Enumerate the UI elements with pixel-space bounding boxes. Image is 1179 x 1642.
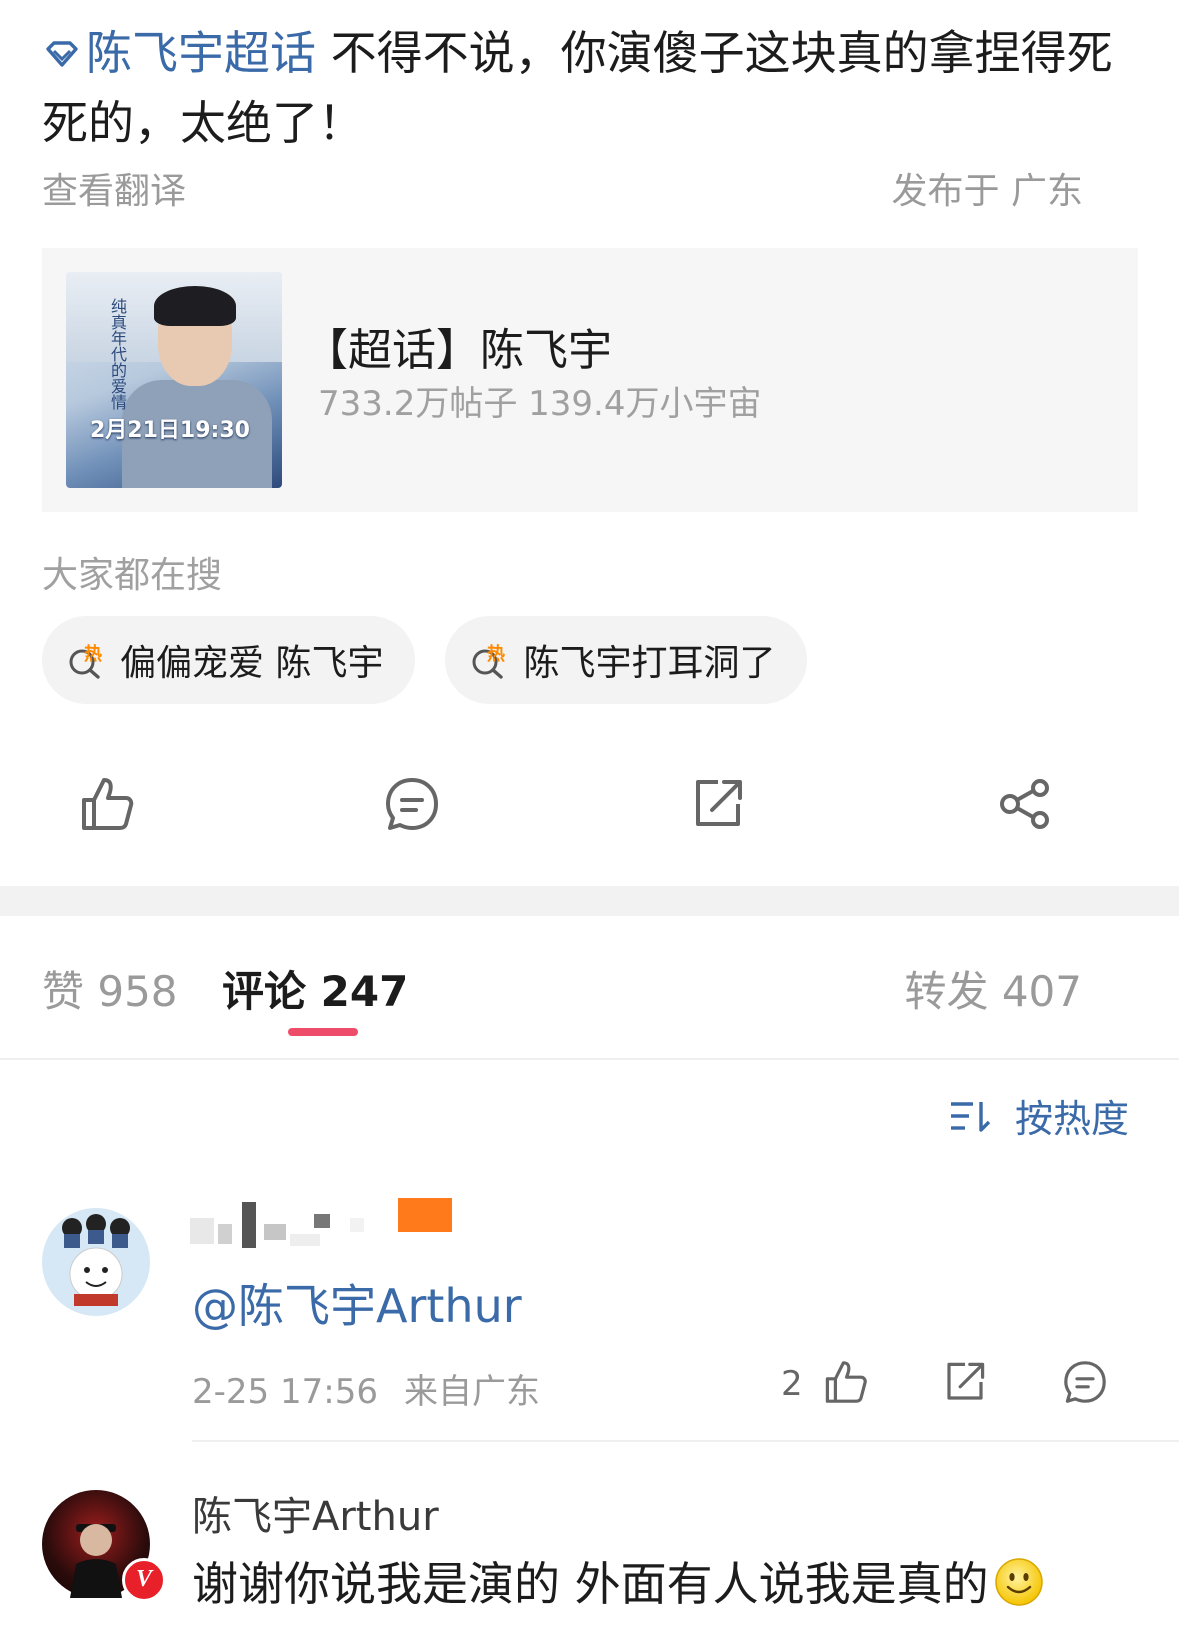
sort-control[interactable]: 按热度: [949, 1088, 1129, 1143]
sort-icon: [950, 1101, 991, 1132]
sort-label: 按热度: [1014, 1097, 1129, 1141]
svg-text:热: 热: [84, 643, 102, 665]
comment-icon[interactable]: [1061, 1358, 1109, 1406]
post-action-bar: [0, 774, 1179, 844]
topic-thumbnail: 纯真年代的爱情 2月21日19:30: [66, 272, 282, 488]
topic-link[interactable]: 陈飞宇超话: [42, 26, 316, 80]
diamond-icon: [46, 41, 78, 67]
like-icon[interactable]: [76, 774, 136, 834]
hot-search-text: 偏偏宠爱 陈飞宇: [120, 643, 384, 684]
hot-search-icon: 热: [472, 643, 505, 679]
comment-meta: 2-25 17:56 来自广东: [192, 1364, 540, 1413]
tab-comments[interactable]: 评论 247: [222, 958, 408, 1019]
hot-search-chip[interactable]: 热 陈飞宇打耳洞了: [445, 616, 808, 704]
active-tab-indicator: [288, 1028, 358, 1036]
translate-link[interactable]: 查看翻译: [42, 162, 186, 214]
post-location: 发布于 广东: [891, 171, 1083, 212]
repost-icon[interactable]: [688, 774, 748, 834]
hot-search-icon: 热: [69, 643, 102, 679]
tab-likes[interactable]: 赞 958: [42, 958, 178, 1019]
smile-emoji-icon: [994, 1558, 1043, 1606]
reply-text: 谢谢你说我是演的 外面有人说我是真的: [192, 1548, 1045, 1614]
like-icon[interactable]: [821, 1358, 869, 1406]
verified-badge: V: [122, 1558, 166, 1602]
tab-reposts[interactable]: 转发 407: [904, 958, 1082, 1019]
section-divider: [0, 886, 1179, 916]
poster-vertical-text: 纯真年代的爱情: [108, 298, 127, 410]
hot-search-text: 陈飞宇打耳洞了: [523, 643, 776, 684]
comment-time: 2-25 17:56: [192, 1372, 378, 1412]
svg-text:热: 热: [487, 643, 505, 665]
interaction-tabs: 赞 958 评论 247 转发 407: [0, 958, 1179, 1068]
share-icon[interactable]: [996, 774, 1056, 834]
tabs-divider: [0, 1058, 1179, 1060]
post-text: 陈飞宇超话 不得不说，你演傻子这块真的拿捏得死死的，太绝了！: [42, 18, 1132, 158]
comment-icon[interactable]: [382, 774, 442, 834]
avatar[interactable]: [42, 1208, 150, 1316]
repost-icon[interactable]: [941, 1358, 989, 1406]
topic-link-label[interactable]: 陈飞宇超话: [86, 26, 316, 80]
topic-card[interactable]: 纯真年代的爱情 2月21日19:30 【超话】陈飞宇 733.2万帖子 139.…: [42, 248, 1138, 512]
hot-search-label: 大家都在搜: [42, 555, 223, 596]
poster-date: 2月21日19:30: [90, 418, 250, 443]
post-meta: 查看翻译 发布于 广东: [42, 166, 1083, 212]
comment-from: 来自广东: [403, 1372, 540, 1412]
topic-title: 【超话】陈飞宇: [304, 325, 612, 376]
reply-author-name[interactable]: 陈飞宇Arthur: [192, 1484, 439, 1542]
comment-mention[interactable]: @陈飞宇Arthur: [192, 1270, 522, 1336]
topic-stats: 733.2万帖子 139.4万小宇宙: [318, 384, 762, 424]
hot-search-chips: 热 偏偏宠爱 陈飞宇 热 陈飞宇打耳洞了: [42, 616, 808, 704]
blurred-username: [190, 1198, 452, 1248]
hot-search-chip[interactable]: 热 偏偏宠爱 陈飞宇: [42, 616, 416, 704]
reply-body: 谢谢你说我是演的 外面有人说我是真的: [192, 1557, 989, 1611]
comment-divider: [192, 1440, 1179, 1442]
comment-like-count: 2: [781, 1364, 803, 1404]
comment-actions: 2: [781, 1358, 1121, 1418]
